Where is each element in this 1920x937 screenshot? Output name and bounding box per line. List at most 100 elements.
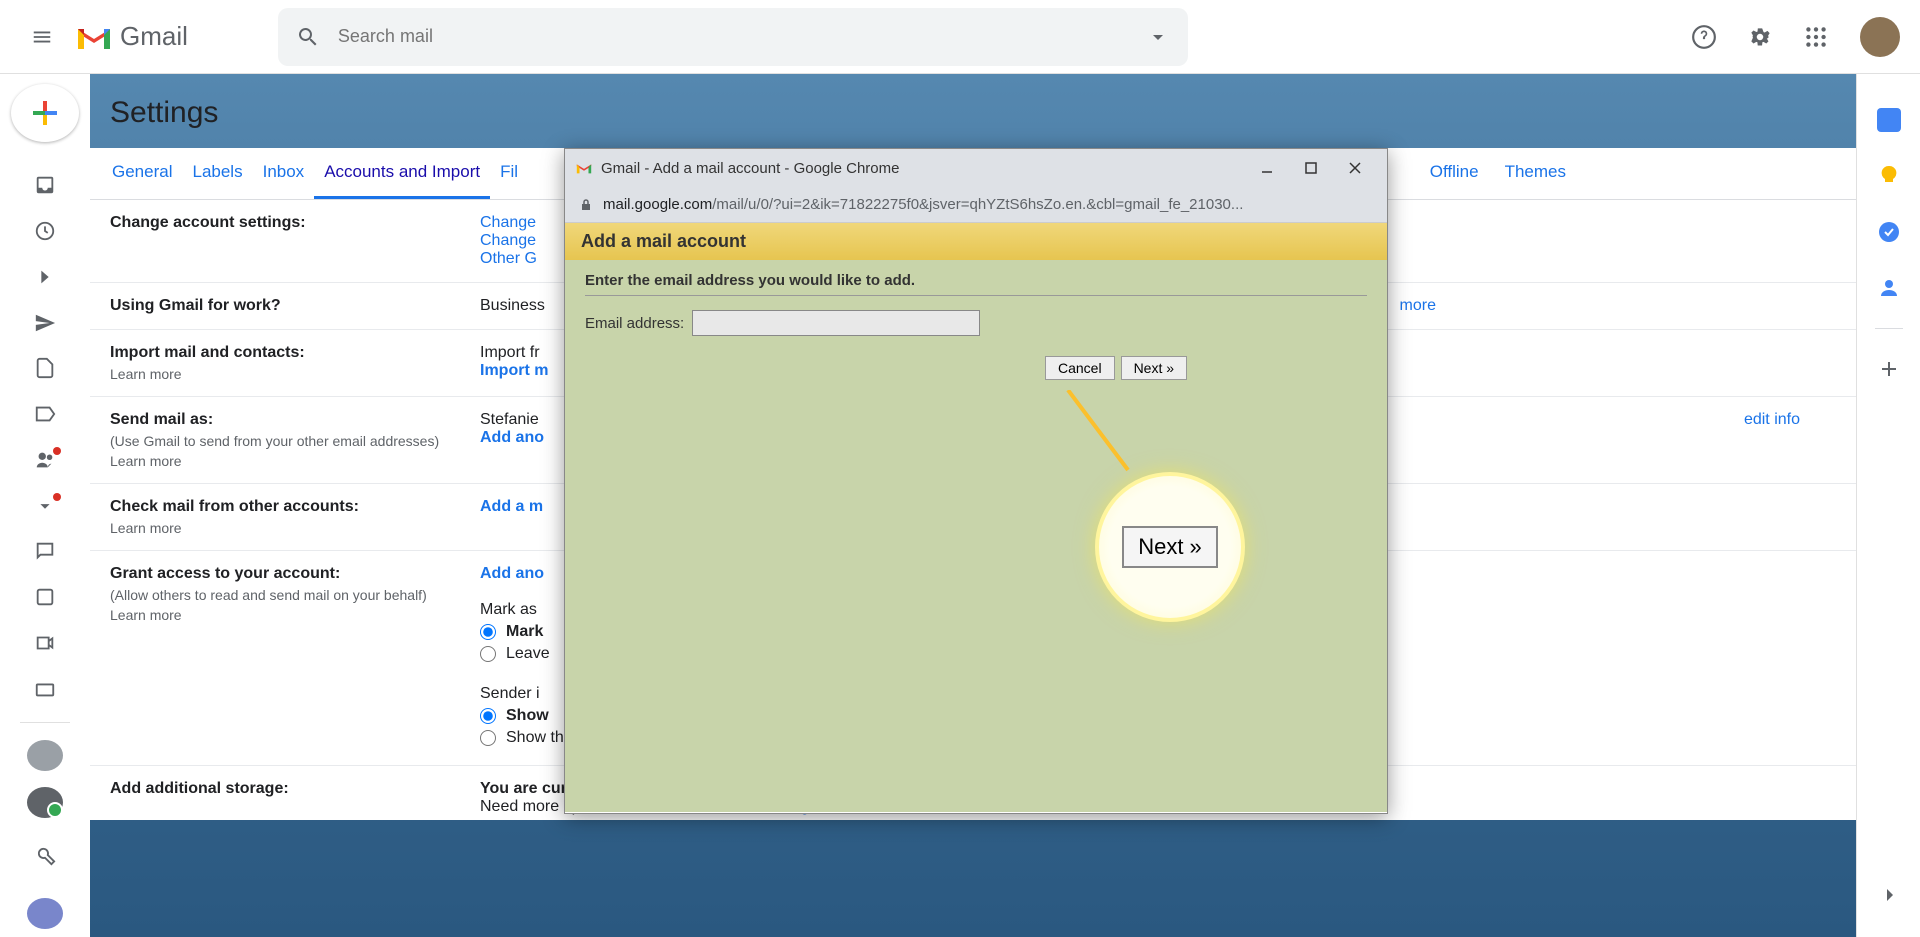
maximize-icon xyxy=(1304,161,1318,175)
search-options-icon[interactable] xyxy=(1146,25,1170,49)
link-import-mail[interactable]: Import m xyxy=(480,362,548,379)
contacts-icon xyxy=(1877,276,1901,300)
nav-categories[interactable] xyxy=(23,395,67,433)
radio-mark[interactable] xyxy=(480,624,496,640)
link-change-2[interactable]: Change xyxy=(480,232,536,249)
label-grant: Grant access to your account: (Allow oth… xyxy=(110,565,480,751)
radio-leave[interactable] xyxy=(480,646,496,662)
text-business: Business xyxy=(480,297,545,314)
text-import-from: Import fr xyxy=(480,344,540,361)
label-import: Import mail and contacts: Learn more xyxy=(110,344,480,382)
link-add-another-send-as[interactable]: Add ano xyxy=(480,429,544,446)
hangout-status-2[interactable] xyxy=(27,787,63,818)
addon-get[interactable] xyxy=(1867,347,1911,391)
settings-button[interactable] xyxy=(1738,15,1782,59)
popup-window-title: Gmail - Add a mail account - Google Chro… xyxy=(601,160,899,177)
hangout-avatar[interactable] xyxy=(27,898,63,929)
tab-labels[interactable]: Labels xyxy=(182,148,252,199)
link-add-mail-account[interactable]: Add a m xyxy=(480,498,543,515)
label-storage: Add additional storage: xyxy=(110,780,480,816)
tab-accounts-import[interactable]: Accounts and Import xyxy=(314,148,490,199)
nav-keyboard[interactable] xyxy=(23,670,67,708)
radio-show2[interactable] xyxy=(480,730,496,746)
clock-icon xyxy=(34,220,56,242)
maximize-button[interactable] xyxy=(1289,153,1333,183)
email-input[interactable] xyxy=(692,310,980,336)
search-bar[interactable] xyxy=(278,8,1188,66)
nav-sent[interactable] xyxy=(23,304,67,342)
chevron-right-icon xyxy=(1877,883,1901,907)
nav-contacts[interactable] xyxy=(23,441,67,479)
nav-drafts[interactable] xyxy=(23,349,67,387)
link-more[interactable]: more xyxy=(1400,297,1436,315)
chat-icon xyxy=(34,540,56,562)
label-work: Using Gmail for work? xyxy=(110,297,480,315)
nav-chat[interactable] xyxy=(23,533,67,571)
tab-filters[interactable]: Fil xyxy=(490,148,528,199)
sub-grant: (Allow others to read and send mail on y… xyxy=(110,587,480,603)
callout-next-button: Next » xyxy=(1122,526,1218,568)
sub-send-as: (Use Gmail to send from your other email… xyxy=(110,433,480,449)
search-input[interactable] xyxy=(338,26,1146,47)
support-button[interactable] xyxy=(1682,15,1726,59)
label-icon xyxy=(34,403,56,425)
popup-buttons: Cancel Next » xyxy=(865,356,1367,380)
link-learn-check[interactable]: Learn more xyxy=(110,520,480,536)
nav-snoozed[interactable] xyxy=(23,212,67,250)
tab-themes[interactable]: Themes xyxy=(1495,148,1576,199)
search-icon xyxy=(296,25,320,49)
url-path: /mail/u/0/?ui=2&ik=71822275f0&jsver=qhYZ… xyxy=(712,196,1243,213)
compose-button[interactable] xyxy=(11,84,79,142)
side-panel xyxy=(1856,74,1920,937)
email-form-row: Email address: xyxy=(585,310,1367,336)
main-menu-button[interactable] xyxy=(20,15,64,59)
tab-inbox[interactable]: Inbox xyxy=(253,148,315,199)
link-learn-import[interactable]: Learn more xyxy=(110,366,480,382)
label-leave: Leave xyxy=(506,645,550,663)
cancel-button[interactable]: Cancel xyxy=(1045,356,1115,380)
nav-inbox[interactable] xyxy=(23,166,67,204)
left-sidebar xyxy=(0,74,90,937)
lock-icon xyxy=(579,198,593,212)
link-learn-grant[interactable]: Learn more xyxy=(110,607,480,623)
apps-button[interactable] xyxy=(1794,15,1838,59)
link-other-google[interactable]: Other G xyxy=(480,250,537,267)
text-name: Stefanie xyxy=(480,411,539,428)
addon-calendar[interactable] xyxy=(1867,98,1911,142)
close-button[interactable] xyxy=(1333,153,1377,183)
link-add-another-grant[interactable]: Add ano xyxy=(480,565,544,582)
link-edit-info[interactable]: edit info xyxy=(1744,411,1800,429)
gmail-logo-icon xyxy=(74,21,114,53)
next-button[interactable]: Next » xyxy=(1121,356,1187,380)
nav-spaces[interactable] xyxy=(23,578,67,616)
addon-keep[interactable] xyxy=(1867,154,1911,198)
nav-more[interactable] xyxy=(23,487,67,525)
gear-icon xyxy=(1747,24,1773,50)
text-sender: Sender i xyxy=(480,685,540,702)
side-panel-toggle[interactable] xyxy=(1867,873,1911,917)
tab-offline[interactable]: Offline xyxy=(1420,148,1489,199)
gmail-logo-text: Gmail xyxy=(120,21,188,52)
label-show1: Show xyxy=(506,707,549,725)
link-change-1[interactable]: Change xyxy=(480,214,536,231)
tab-general[interactable]: General xyxy=(102,148,182,199)
gmail-favicon xyxy=(575,159,593,177)
radio-show1[interactable] xyxy=(480,708,496,724)
popup-titlebar[interactable]: Gmail - Add a mail account - Google Chro… xyxy=(565,149,1387,187)
minimize-icon xyxy=(1260,161,1274,175)
addon-contacts[interactable] xyxy=(1867,266,1911,310)
wrench-icon xyxy=(34,844,56,866)
hamburger-icon xyxy=(31,26,53,48)
account-avatar[interactable] xyxy=(1860,17,1900,57)
link-learn-send-as[interactable]: Learn more xyxy=(110,453,480,469)
nav-meet[interactable] xyxy=(23,624,67,662)
text-mark-as: Mark as xyxy=(480,601,537,618)
addon-tasks[interactable] xyxy=(1867,210,1911,254)
minimize-button[interactable] xyxy=(1245,153,1289,183)
hangout-settings[interactable] xyxy=(23,836,67,874)
hangout-status-1[interactable] xyxy=(27,740,63,771)
gmail-logo[interactable]: Gmail xyxy=(74,21,188,53)
label-send-as: Send mail as: (Use Gmail to send from yo… xyxy=(110,411,480,469)
chevron-right-icon xyxy=(34,266,56,288)
nav-important[interactable] xyxy=(23,258,67,296)
